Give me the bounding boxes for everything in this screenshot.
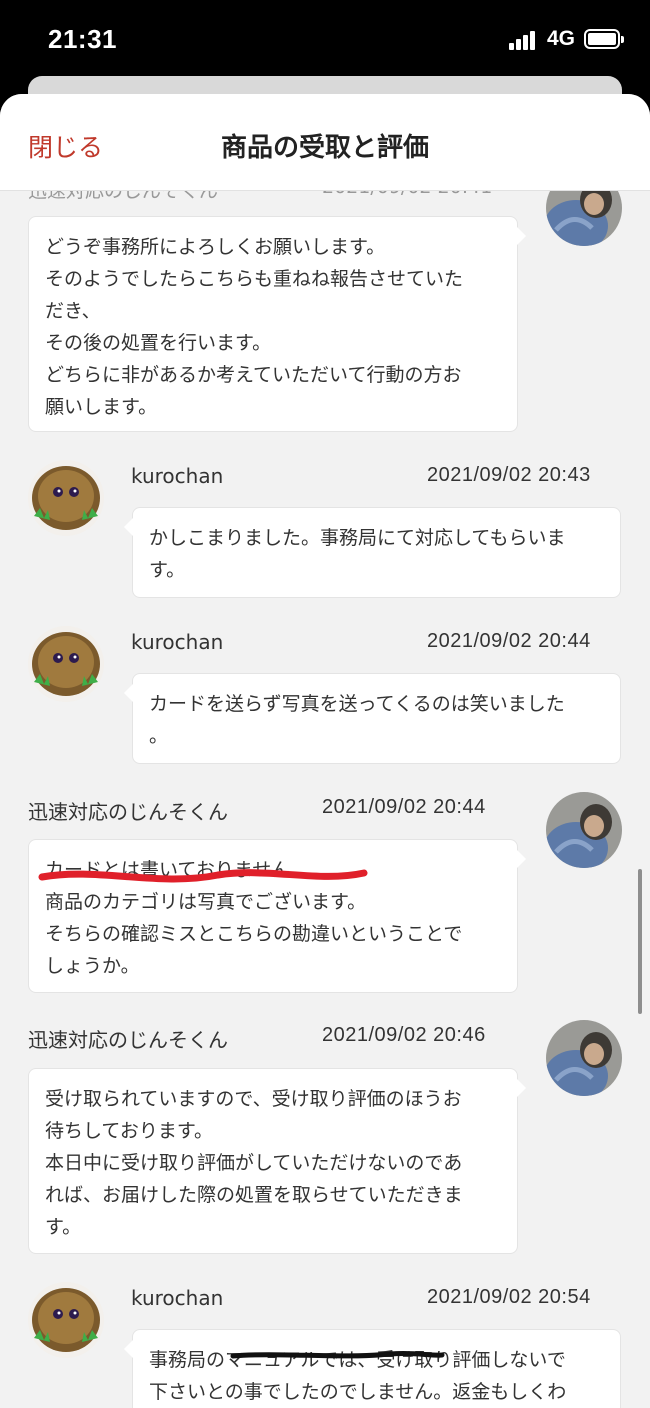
sheet-header: 閉じる 商品の受取と評価	[0, 94, 650, 191]
message-line: その後の処置を行います。	[45, 332, 272, 354]
review-sheet: 閉じる 商品の受取と評価 迅速対応のじんそくん 2021/09/02 20:41…	[0, 94, 650, 1408]
avatar-seller[interactable]	[546, 792, 622, 868]
message-line: れば、お届けした際の処置を取らせていただきま	[45, 1184, 463, 1206]
status-bar: 21:31 4G	[0, 0, 650, 80]
page-title: 商品の受取と評価	[220, 133, 429, 163]
message-sender: kurochan	[131, 1286, 224, 1310]
message-line: 待ちしております。	[45, 1120, 213, 1142]
scrollbar[interactable]	[638, 869, 642, 1014]
message-sender: kurochan	[131, 630, 224, 654]
avatar-seller[interactable]	[546, 1020, 622, 1096]
message-bubble: どうぞ事務所によろしくお願いします。 そのようでしたらこちらも重ねね報告させてい…	[28, 216, 526, 432]
avatar-kurochan[interactable]	[28, 460, 104, 536]
message-time: 2021/09/02 20:54	[427, 1286, 591, 1308]
signal-icon	[509, 30, 541, 50]
message-line: かしこまりました。事務局にて対応してもらいま	[149, 527, 566, 549]
battery-icon	[584, 29, 624, 49]
message-line: どうぞ事務所によろしくお願いします。	[45, 236, 386, 258]
message-sender: kurochan	[131, 464, 224, 488]
message-time: 2021/09/02 20:46	[322, 1024, 486, 1046]
message-time: 2021/09/02 20:44	[427, 630, 591, 652]
message-sender: 迅速対応のじんそくん	[28, 800, 228, 824]
message-line: 本日中に受け取り評価がしていただけないのであ	[45, 1152, 463, 1174]
message-line: だき、	[45, 300, 101, 322]
message-line: 商品のカテゴリは写真でございます。	[45, 891, 367, 913]
message-line: 事務局のマニュアルでは、受け取り評価しないで	[149, 1349, 566, 1371]
message-line: 受け取られていますので、受け取り評価のほうお	[45, 1088, 462, 1110]
message-bubble: 事務局のマニュアルでは、受け取り評価しないで 下さいとの事でしたのでしません。返…	[124, 1329, 621, 1408]
message-line: す。	[45, 1216, 82, 1238]
message-bubble: カードを送らず写真を送ってくるのは笑いました 。	[124, 673, 621, 764]
message-line: カードを送らず写真を送ってくるのは笑いました	[149, 693, 565, 715]
message-sender: 迅速対応のじんそくん	[28, 1028, 228, 1052]
message-line: どちらに非があるか考えていただいて行動の方お	[45, 364, 462, 386]
message-bubble: かしこまりました。事務局にて対応してもらいま す。	[124, 507, 621, 598]
message-line: す。	[149, 559, 186, 581]
avatar-kurochan[interactable]	[28, 1282, 104, 1358]
status-time: 21:31	[48, 24, 117, 54]
message-line: 。	[149, 725, 169, 747]
message-bubble: カードとは書いておりません。 商品のカテゴリは写真でございます。 そちらの確認ミ…	[28, 839, 526, 993]
network-type: 4G	[547, 27, 576, 50]
message-time: 2021/09/02 20:43	[427, 464, 591, 486]
message-line: そのようでしたらこちらも重ねね報告させていた	[45, 268, 464, 290]
message-line: 下さいとの事でしたのでしません。返金もしくわ	[149, 1381, 567, 1403]
message-bubble: 受け取られていますので、受け取り評価のほうお 待ちしております。 本日中に受け取…	[28, 1068, 526, 1254]
message-line: 願いします。	[45, 396, 158, 418]
message-line: カードとは書いておりません。	[45, 859, 310, 881]
message-line: しょうか。	[45, 955, 140, 977]
message-time: 2021/09/02 20:44	[322, 796, 486, 818]
avatar-kurochan[interactable]	[28, 626, 104, 702]
message-line: そちらの確認ミスとこちらの勘違いということで	[45, 923, 463, 945]
